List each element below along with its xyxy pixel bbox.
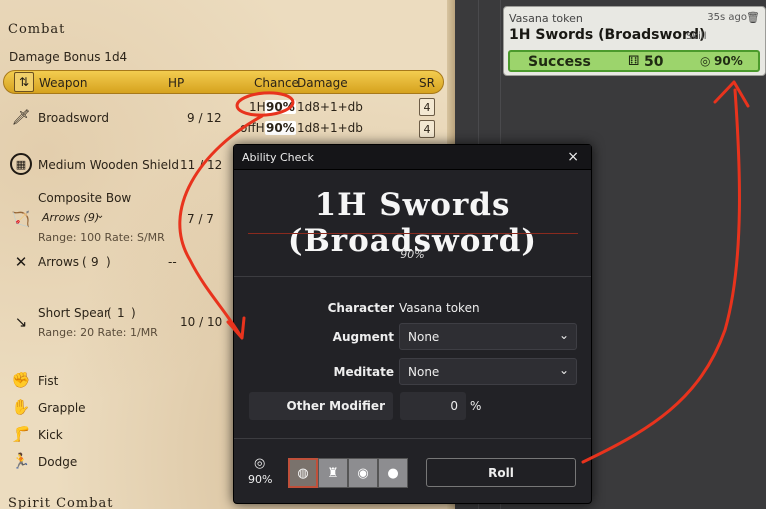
dialog-header[interactable]: Ability Check × — [234, 145, 591, 170]
quantity-close-paren: ) — [106, 255, 111, 269]
sword-icon: 🗡 — [11, 108, 31, 126]
unarmed-grapple[interactable]: Grapple — [38, 401, 86, 415]
character-value: Vasana token — [399, 301, 480, 315]
weapon-hp[interactable]: 9 / 12 — [187, 111, 222, 125]
quantity-open-paren: ( — [107, 306, 112, 320]
spear-quantity[interactable]: 1 — [117, 306, 125, 320]
damage-bonus: Damage Bonus 1d4 — [9, 50, 128, 64]
dice-icon: ⚅ — [628, 54, 640, 69]
meditate-value: None — [408, 365, 440, 379]
augment-select[interactable]: None ⌄ — [399, 323, 577, 350]
weapon-name-bow[interactable]: Composite Bow — [38, 191, 131, 205]
weapon-name-spear[interactable]: Short Spear — [38, 306, 109, 320]
damage-column-header: Damage — [297, 76, 348, 90]
chat-roll-type: Skill — [686, 31, 707, 42]
chat-roll-title: 1H Swords (Broadsword) — [509, 27, 706, 43]
roll-target: 90% — [714, 54, 743, 68]
chevron-down-icon[interactable]: ⌄ — [96, 210, 104, 221]
blind-roll-eye-icon[interactable]: ◉ — [348, 458, 378, 488]
quantity-close-paren: ) — [131, 306, 136, 320]
public-roll-globe-icon[interactable]: ◍ — [288, 458, 318, 488]
meditate-label: Meditate — [333, 365, 395, 379]
damage-1h[interactable]: 1d8+1+db — [297, 100, 363, 114]
check-chance: 90% — [400, 248, 425, 261]
sort-icon[interactable]: ⇅ — [14, 72, 34, 92]
roll-value: 50 — [644, 54, 664, 70]
weapon-range: Range: 100 Rate: S/MR — [38, 231, 165, 244]
arrows-icon: ✕ — [14, 253, 28, 271]
roll-result-label: Success — [528, 54, 591, 70]
weapon-name-arrows[interactable]: Arrows — [38, 255, 79, 269]
chance-1h-value[interactable]: 90% — [265, 100, 296, 114]
quantity-open-paren: ( — [82, 255, 87, 269]
grapple-icon: ✋ — [11, 398, 31, 416]
unarmed-dodge[interactable]: Dodge — [38, 455, 77, 469]
roll-result-bar: Success ⚅ 50 ◎ 90% — [508, 50, 760, 72]
chance-1h-label: 1H — [249, 100, 266, 114]
footer-chance: 90% — [248, 473, 273, 486]
character-label: Character — [327, 301, 394, 315]
fist-icon: ✊ — [11, 371, 31, 389]
chat-message-card: Vasana token 35s ago 🗑 1H Swords (Broads… — [503, 6, 766, 76]
spirit-combat-title: Spirit Combat — [8, 496, 114, 509]
chance-column-header: Chance — [254, 76, 299, 90]
chat-timestamp: 35s ago — [707, 12, 747, 23]
sr-1h: 4 — [419, 98, 435, 116]
title-divider — [248, 233, 578, 234]
bow-icon: 🏹 — [11, 210, 31, 228]
other-modifier-label: Other Modifier — [249, 392, 393, 420]
sr-column-header: SR — [419, 76, 435, 90]
kick-icon: 🦵 — [11, 425, 31, 443]
unarmed-kick[interactable]: Kick — [38, 428, 63, 442]
ammo-select[interactable]: Arrows (9) — [42, 211, 99, 224]
sr-offh: 4 — [419, 120, 435, 138]
augment-label: Augment — [332, 330, 394, 344]
weapon-header-row: ⇅ Weapon HP Chance Damage SR — [3, 70, 444, 94]
trash-icon[interactable]: 🗑 — [746, 11, 760, 24]
weapon-hp[interactable]: 10 / 10 — [180, 315, 222, 329]
meditate-select[interactable]: None ⌄ — [399, 358, 577, 385]
chance-offh-value[interactable]: 90% — [265, 121, 296, 135]
hp-column-header: HP — [168, 76, 185, 90]
weapon-column-header: Weapon — [39, 76, 88, 90]
combat-section-title: Combat — [8, 22, 66, 37]
weapon-hp: -- — [168, 255, 177, 269]
dodge-icon: 🏃 — [11, 452, 31, 470]
weapon-hp[interactable]: 7 / 7 — [187, 212, 214, 226]
gm-roll-icon[interactable]: ♜ — [318, 458, 348, 488]
weapon-hp[interactable]: 11 / 12 — [180, 158, 222, 172]
shield-icon: ▦ — [10, 153, 32, 175]
chevron-down-icon: ⌄ — [558, 328, 569, 342]
target-icon: ◎ — [700, 54, 711, 68]
divider — [234, 276, 591, 277]
target-icon: ◎ — [254, 456, 266, 471]
augment-value: None — [408, 330, 440, 344]
spear-icon: ↘ — [14, 313, 28, 331]
chance-offh-label: offH — [240, 121, 265, 135]
weapon-name-shield[interactable]: Medium Wooden Shield — [38, 158, 179, 172]
chat-speaker: Vasana token — [509, 12, 583, 25]
dialog-title: Ability Check — [242, 151, 314, 164]
modifier-unit: % — [470, 399, 482, 413]
close-icon[interactable]: × — [567, 149, 579, 165]
ability-check-dialog: Ability Check × 1H Swords (Broadsword) 9… — [233, 144, 592, 504]
divider — [234, 438, 591, 439]
chevron-down-icon: ⌄ — [558, 363, 569, 377]
roll-button[interactable]: Roll — [426, 458, 576, 487]
weapon-name-broadsword[interactable]: Broadsword — [38, 111, 109, 125]
damage-offh[interactable]: 1d8+1+db — [297, 121, 363, 135]
self-roll-user-icon[interactable]: ● — [378, 458, 408, 488]
arrows-quantity[interactable]: 9 — [91, 255, 99, 269]
weapon-range: Range: 20 Rate: 1/MR — [38, 326, 158, 339]
other-modifier-input[interactable]: 0 — [400, 392, 466, 420]
unarmed-fist[interactable]: Fist — [38, 374, 58, 388]
